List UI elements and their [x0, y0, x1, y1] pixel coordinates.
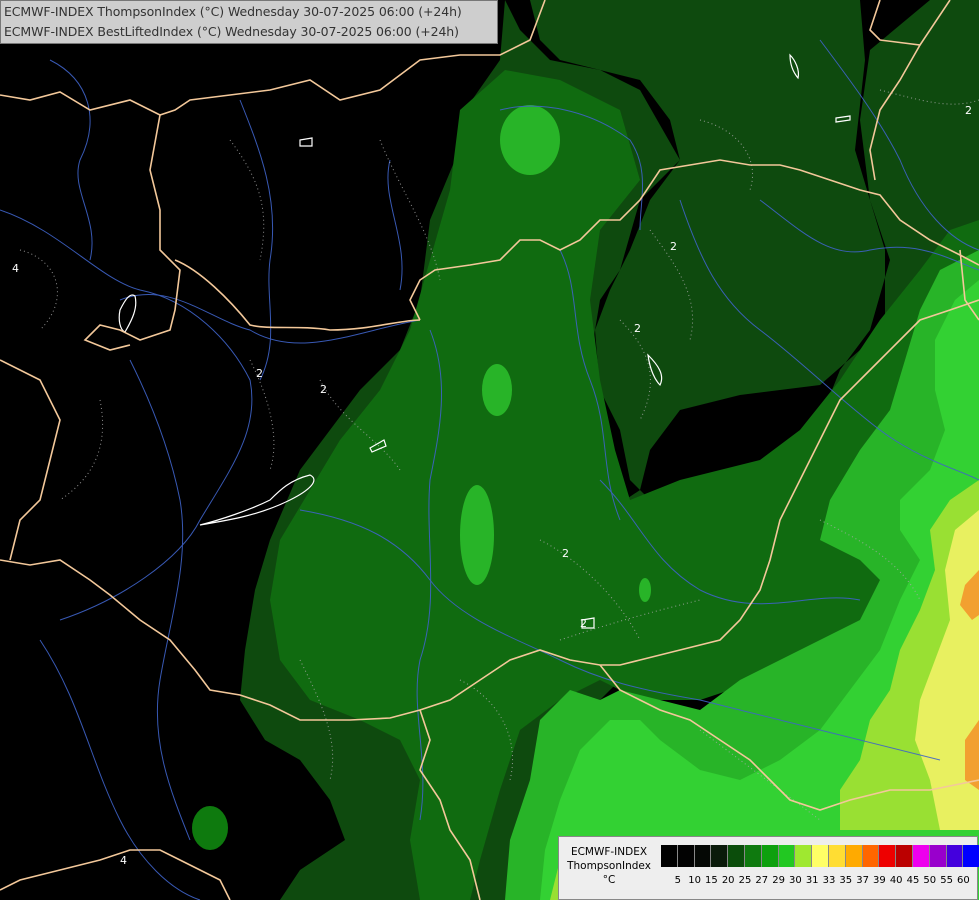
contour-label: 4	[12, 262, 19, 275]
legend-swatch	[711, 845, 729, 867]
legend-swatch	[728, 845, 745, 867]
legend-swatch	[963, 845, 979, 867]
legend-parameter: ThompsonIndex	[567, 860, 651, 872]
title-thompson-index: ECMWF-INDEX ThompsonIndex (°C) Wednesday…	[4, 4, 462, 19]
legend-tick: 35	[839, 875, 853, 886]
contour-label: 2	[580, 617, 587, 630]
legend-swatch	[744, 845, 762, 867]
legend-tick: 5	[674, 875, 681, 886]
field-cell-1	[500, 105, 560, 175]
contour-label: 2	[634, 322, 641, 335]
legend-model: ECMWF-INDEX	[570, 846, 648, 858]
legend-tick: 27	[755, 875, 769, 886]
legend-swatch	[795, 845, 813, 867]
legend-tick: 60	[957, 875, 970, 886]
legend-tick: 33	[822, 875, 836, 886]
contour-label: 2	[256, 367, 263, 380]
legend-swatch	[677, 845, 695, 867]
legend-swatch	[896, 845, 913, 867]
field-cell-2	[482, 364, 512, 416]
legend-tick: 10	[688, 875, 701, 886]
legend-swatch	[845, 845, 863, 867]
legend-tick: 29	[772, 875, 785, 886]
field-cell-3	[460, 485, 494, 585]
legend-tick: 30	[789, 875, 802, 886]
weather-map: 2 2 2 2 2 2 2 4 4	[0, 0, 979, 900]
map-title-box: ECMWF-INDEX ThompsonIndex (°C) Wednesday…	[0, 0, 498, 44]
legend-swatch	[862, 845, 880, 867]
field-cell-4	[639, 578, 651, 602]
legend-tick: 15	[705, 875, 718, 886]
legend-swatch	[661, 845, 678, 867]
legend-tick: 37	[856, 875, 869, 886]
contour-label: 2	[562, 547, 569, 560]
legend-swatch	[828, 845, 846, 867]
legend-color-bar	[661, 845, 979, 867]
legend-tick: 31	[805, 875, 819, 886]
contour-label: 4	[120, 854, 127, 867]
legend-swatch	[761, 845, 779, 867]
legend-swatch	[912, 845, 930, 867]
legend-swatch	[879, 845, 897, 867]
legend-swatch	[946, 845, 964, 867]
legend-tick: 55	[940, 875, 953, 886]
legend-tick: 25	[738, 875, 752, 886]
title-best-lifted-index: ECMWF-INDEX BestLiftedIndex (°C) Wednesd…	[4, 24, 459, 39]
legend-tick: 39	[873, 875, 886, 886]
legend-tick: 45	[906, 875, 920, 886]
contour-label: 2	[965, 104, 972, 117]
legend-tick: 50	[923, 875, 937, 886]
legend-swatch	[929, 845, 947, 867]
legend-tick-labels: 5 10 15 20 25 27 29 30 31 33 35 37 39 40 45 50 55 60	[661, 875, 979, 889]
legend-tick: 40	[889, 875, 903, 886]
field-cell-5	[192, 806, 228, 850]
contour-label: 2	[320, 383, 327, 396]
legend-swatch	[812, 845, 829, 867]
contour-label: 2	[670, 240, 677, 253]
legend-tick: 20	[721, 875, 735, 886]
legend-unit: °C	[602, 874, 616, 886]
legend-swatch	[694, 845, 712, 867]
legend-label: ECMWF-INDEX ThompsonIndex °C	[561, 845, 657, 887]
color-legend: ECMWF-INDEX ThompsonIndex °C 5 10 15 20 25 27…	[558, 836, 979, 900]
legend-swatch	[778, 845, 796, 867]
